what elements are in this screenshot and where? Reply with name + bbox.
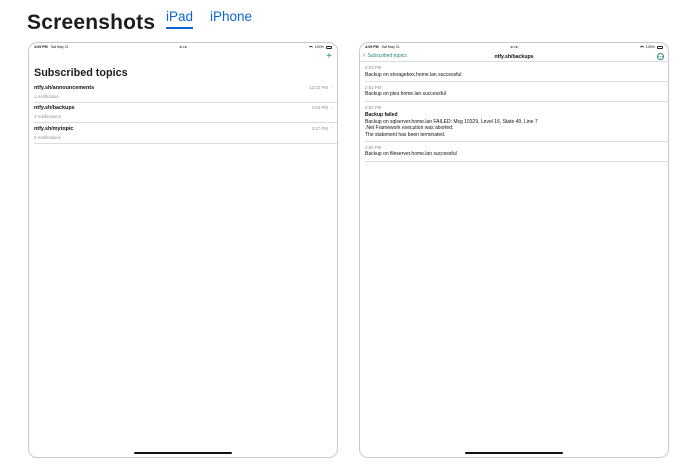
message-time: 2:52 PM — [365, 84, 382, 90]
topic-name: ntfy.sh/announcements — [34, 84, 95, 91]
device-tabs: iPad iPhone — [166, 10, 252, 29]
ipad-screenshot-detail: 4:09 PM Sat May 21 100% ‹ Subscribed top… — [359, 42, 669, 458]
message-item[interactable]: 2:53 PM Backup on storagebox.home.lan su… — [365, 62, 668, 82]
topic-time: 3:27 PM — [311, 125, 328, 131]
message-time: 2:52 PM — [365, 104, 382, 110]
ipad-screenshot-topics: 4:09 PM Sat May 21 100% + Subscribed top… — [28, 42, 338, 458]
chevron-left-icon: ‹ — [363, 52, 366, 59]
chevron-right-icon: › — [331, 104, 333, 111]
message-body: Backup on fileserver.home.lan successful — [365, 151, 457, 158]
multitask-dots-icon — [179, 46, 187, 48]
topic-time: 12:22 PM — [309, 84, 328, 90]
message-item[interactable]: 2:52 PM Backup failed Backup on sqlserve… — [365, 102, 668, 142]
topic-row-announcements[interactable]: ntfy.sh/announcements 1 notification 12:… — [34, 82, 337, 103]
topics-title: Subscribed topics — [34, 66, 128, 79]
battery-percent: 100% — [314, 45, 324, 49]
nav-bar: ‹ Subscribed topics ntfy.sh/backups — [360, 51, 668, 62]
back-label: Subscribed topics — [367, 53, 407, 59]
header: Screenshots — [27, 3, 155, 33]
message-title: Backup failed — [365, 111, 398, 118]
ellipsis-circle-icon[interactable] — [657, 52, 664, 60]
plus-icon[interactable]: + — [326, 52, 332, 62]
message-body: Backup on plex.home.lan successful — [365, 91, 446, 98]
wifi-icon — [639, 45, 644, 49]
battery-icon — [326, 45, 332, 49]
topic-name: ntfy.sh/mytopic — [34, 125, 74, 132]
topic-count: 4 notifications — [34, 114, 61, 119]
topic-row-backups[interactable]: ntfy.sh/backups 4 notifications 2:53 PM … — [34, 103, 337, 123]
topic-count: 1 notification — [34, 93, 59, 99]
battery-icon — [657, 45, 663, 49]
topic-name: ntfy.sh/backups — [34, 105, 75, 111]
topic-count: 5 notifications — [34, 134, 61, 140]
tab-iphone[interactable]: iPhone — [210, 10, 252, 29]
tab-ipad[interactable]: iPad — [166, 10, 194, 29]
page-title: Screenshots — [27, 11, 156, 34]
chevron-right-icon: › — [331, 84, 333, 90]
wifi-icon — [308, 45, 313, 49]
multitask-dots-icon — [510, 46, 518, 48]
topic-row-mytopic[interactable]: ntfy.sh/mytopic 5 notifications 3:27 PM … — [34, 123, 337, 144]
message-time: 2:53 PM — [365, 65, 382, 70]
status-time: 4:09 PM — [365, 45, 379, 49]
status-bar: 4:09 PM Sat May 21 100% — [360, 43, 668, 51]
status-date: Sat May 21 — [381, 45, 400, 49]
message-item[interactable]: 2:50 PM Backup on fileserver.home.lan su… — [365, 142, 668, 162]
back-button[interactable]: ‹ Subscribed topics — [363, 52, 407, 59]
status-date: Sat May 21 — [50, 45, 69, 49]
topic-time: 2:53 PM — [311, 105, 328, 110]
home-indicator[interactable] — [465, 451, 563, 454]
topic-list: ntfy.sh/announcements 1 notification 12:… — [29, 82, 337, 144]
message-body: Backup on sqlserver.home.lan FAILED: Msg… — [365, 119, 538, 138]
home-indicator[interactable] — [134, 451, 232, 454]
chevron-right-icon: › — [331, 125, 333, 131]
message-time: 2:50 PM — [365, 144, 382, 150]
message-item[interactable]: 2:52 PM Backup on plex.home.lan successf… — [365, 82, 668, 102]
message-body: Backup on storagebox.home.lan successful — [365, 71, 462, 78]
battery-percent: 100% — [645, 45, 655, 49]
status-bar: 4:09 PM Sat May 21 100% — [29, 43, 337, 51]
message-list: 2:53 PM Backup on storagebox.home.lan su… — [360, 62, 668, 162]
status-time: 4:09 PM — [34, 45, 48, 49]
